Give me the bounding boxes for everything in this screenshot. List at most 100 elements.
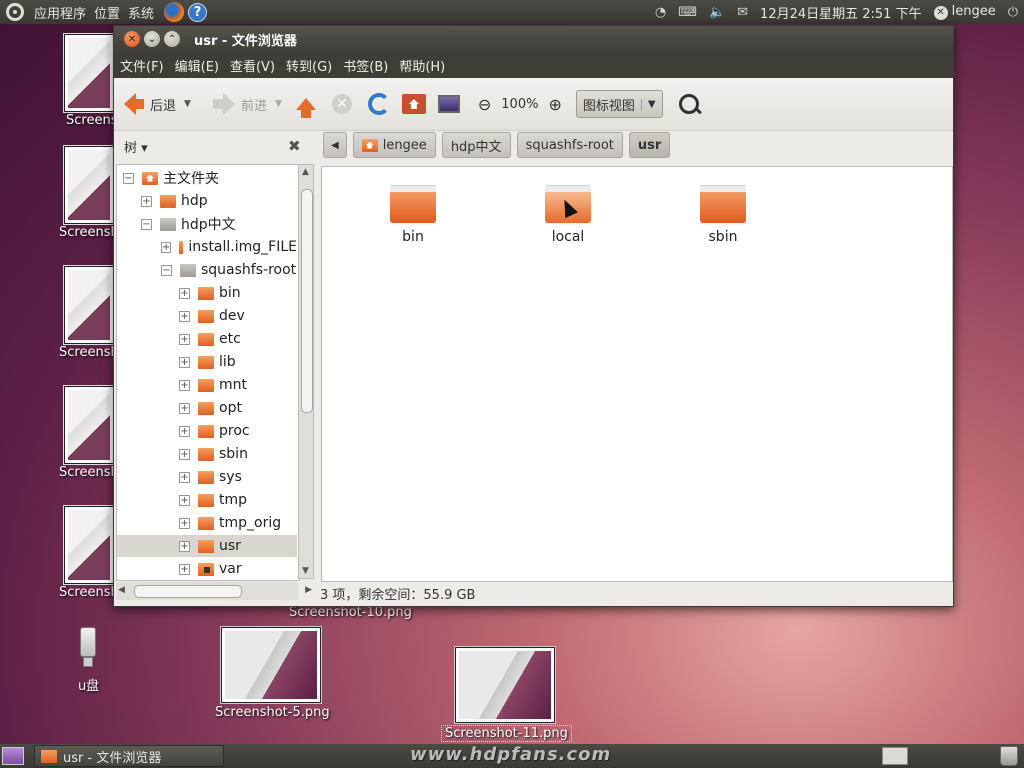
desktop-file-thumbnail[interactable] — [455, 647, 555, 723]
taskbar-window-button[interactable]: usr - 文件浏览器 — [34, 745, 224, 767]
collapse-icon[interactable]: − — [141, 218, 152, 230]
reload-icon[interactable] — [367, 93, 390, 115]
menu-system[interactable]: 系统 — [128, 3, 154, 22]
tree-row[interactable]: + tmp_orig — [117, 512, 297, 534]
file-view[interactable]: bin local sbin — [321, 166, 953, 582]
desktop-thumbnail[interactable] — [64, 146, 114, 224]
up-arrow-icon[interactable] — [295, 98, 316, 118]
tree-row[interactable]: + tmp — [117, 489, 297, 511]
tree-row[interactable]: + sys — [117, 466, 297, 488]
tree-row[interactable]: + install.img_FILE — [117, 236, 297, 258]
menu-bookmarks[interactable]: 书签(B) — [343, 56, 388, 75]
breadcrumb-left-arrow[interactable]: ◀ — [323, 132, 347, 158]
expand-icon[interactable]: + — [161, 241, 172, 253]
menu-file[interactable]: 文件(F) — [120, 56, 164, 75]
expand-icon[interactable]: + — [179, 540, 190, 552]
desktop-thumbnail[interactable] — [64, 506, 114, 584]
expand-icon[interactable]: + — [179, 287, 190, 299]
folder-item[interactable]: sbin — [678, 185, 768, 245]
stop-icon[interactable]: ✕ — [331, 94, 352, 114]
menu-help[interactable]: 帮助(H) — [399, 56, 445, 75]
view-mode-select[interactable]: 图标视图 ▼ — [575, 90, 663, 118]
zoom-in-icon[interactable]: ⊕ — [548, 95, 561, 114]
tree-row[interactable]: + proc — [117, 420, 297, 442]
tree-vertical-scrollbar[interactable]: ▲ ▼ — [298, 164, 314, 579]
power-icon[interactable]: ⏻ — [1008, 5, 1018, 20]
desktop-thumbnail[interactable] — [64, 266, 114, 344]
back-button[interactable]: 后退 — [124, 93, 176, 115]
desktop-thumbnail[interactable] — [64, 34, 114, 112]
help-icon[interactable]: ? — [188, 2, 208, 22]
forward-history-dropdown[interactable]: ▼ — [275, 99, 282, 109]
forward-button[interactable]: 前进 — [212, 93, 267, 115]
maximize-window-button[interactable]: ⌃ — [164, 31, 180, 47]
wifi-icon[interactable]: ◔ — [655, 5, 666, 20]
home-folder-icon[interactable] — [401, 94, 426, 114]
expand-icon[interactable]: + — [179, 310, 190, 322]
scroll-thumb[interactable] — [301, 189, 313, 413]
menu-go[interactable]: 转到(G) — [286, 56, 332, 75]
show-desktop-icon[interactable] — [2, 747, 24, 765]
close-window-button[interactable]: ✕ — [124, 31, 140, 47]
user-menu[interactable]: ✕ lengee — [933, 4, 996, 20]
expand-icon[interactable]: + — [179, 494, 190, 506]
menu-places[interactable]: 位置 — [94, 3, 120, 22]
tree-row[interactable]: + opt — [117, 397, 297, 419]
expand-icon[interactable]: + — [179, 425, 190, 437]
trash-icon[interactable] — [1000, 746, 1018, 766]
folder-tree[interactable]: − 主文件夹 + hdp − hdp中文 + install.img_FILE − squashf… — [116, 164, 300, 581]
desktop-file-thumbnail[interactable] — [221, 627, 321, 703]
desktop-thumbnail[interactable] — [64, 386, 114, 464]
window-titlebar[interactable]: ✕ ⌄ ⌃ usr - 文件浏览器 — [114, 26, 953, 52]
clock[interactable]: 12月24日星期五 2:51 下午 — [760, 3, 922, 22]
expand-icon[interactable]: + — [141, 195, 152, 207]
zoom-out-icon[interactable]: ⊖ — [478, 95, 491, 114]
tree-row[interactable]: + mnt — [117, 374, 297, 396]
breadcrumb-home[interactable]: lengee — [352, 132, 436, 158]
expand-icon[interactable]: + — [179, 471, 190, 483]
side-pane-type-select[interactable]: 树 ▾ — [124, 137, 148, 156]
expand-icon[interactable]: + — [179, 333, 190, 345]
breadcrumb-current[interactable]: usr — [628, 132, 671, 158]
computer-icon[interactable] — [437, 95, 460, 113]
breadcrumb-item[interactable]: squashfs-root — [516, 132, 623, 158]
tree-row[interactable]: + usr — [117, 535, 297, 557]
expand-icon[interactable]: + — [179, 356, 190, 368]
expand-icon[interactable]: + — [179, 517, 190, 529]
mail-icon[interactable]: ✉ — [737, 5, 748, 20]
expand-icon[interactable]: + — [179, 563, 190, 575]
tree-row[interactable]: + etc — [117, 328, 297, 350]
expand-icon[interactable]: + — [179, 379, 190, 391]
workspace-switcher[interactable] — [882, 747, 908, 765]
expand-icon[interactable]: + — [179, 402, 190, 414]
folder-item[interactable]: bin — [368, 185, 458, 245]
tree-row[interactable]: + bin — [117, 282, 297, 304]
scroll-down-icon[interactable]: ▼ — [302, 566, 309, 576]
tree-row[interactable]: + lib — [117, 351, 297, 373]
keyboard-icon[interactable]: ⌨ — [678, 5, 697, 20]
menu-view[interactable]: 查看(V) — [230, 56, 275, 75]
tree-row[interactable]: − squashfs-root — [117, 259, 297, 281]
scroll-up-icon[interactable]: ▲ — [302, 167, 309, 177]
volume-icon[interactable]: 🔈 — [709, 5, 725, 20]
ubuntu-logo-icon[interactable] — [6, 3, 24, 21]
tree-row[interactable]: − hdp中文 — [117, 213, 297, 235]
tree-row[interactable]: − 主文件夹 — [117, 167, 297, 189]
menu-edit[interactable]: 编辑(E) — [175, 56, 219, 75]
back-history-dropdown[interactable]: ▼ — [184, 99, 191, 109]
tree-row[interactable]: + var — [117, 558, 297, 580]
collapse-icon[interactable]: − — [123, 172, 134, 184]
tree-row[interactable]: + dev — [117, 305, 297, 327]
search-icon[interactable] — [678, 94, 699, 114]
breadcrumb-item[interactable]: hdp中文 — [441, 132, 511, 158]
usb-drive-icon[interactable] — [78, 627, 98, 669]
minimize-window-button[interactable]: ⌄ — [144, 31, 160, 47]
menu-applications[interactable]: 应用程序 — [34, 3, 86, 22]
firefox-icon[interactable] — [164, 2, 185, 22]
expand-icon[interactable]: + — [179, 448, 190, 460]
tree-row[interactable]: + sbin — [117, 443, 297, 465]
zoom-level[interactable]: 100% — [501, 97, 538, 112]
collapse-icon[interactable]: − — [161, 264, 172, 276]
tree-row[interactable]: + hdp — [117, 190, 297, 212]
close-side-pane-icon[interactable]: ✖ — [288, 137, 301, 155]
